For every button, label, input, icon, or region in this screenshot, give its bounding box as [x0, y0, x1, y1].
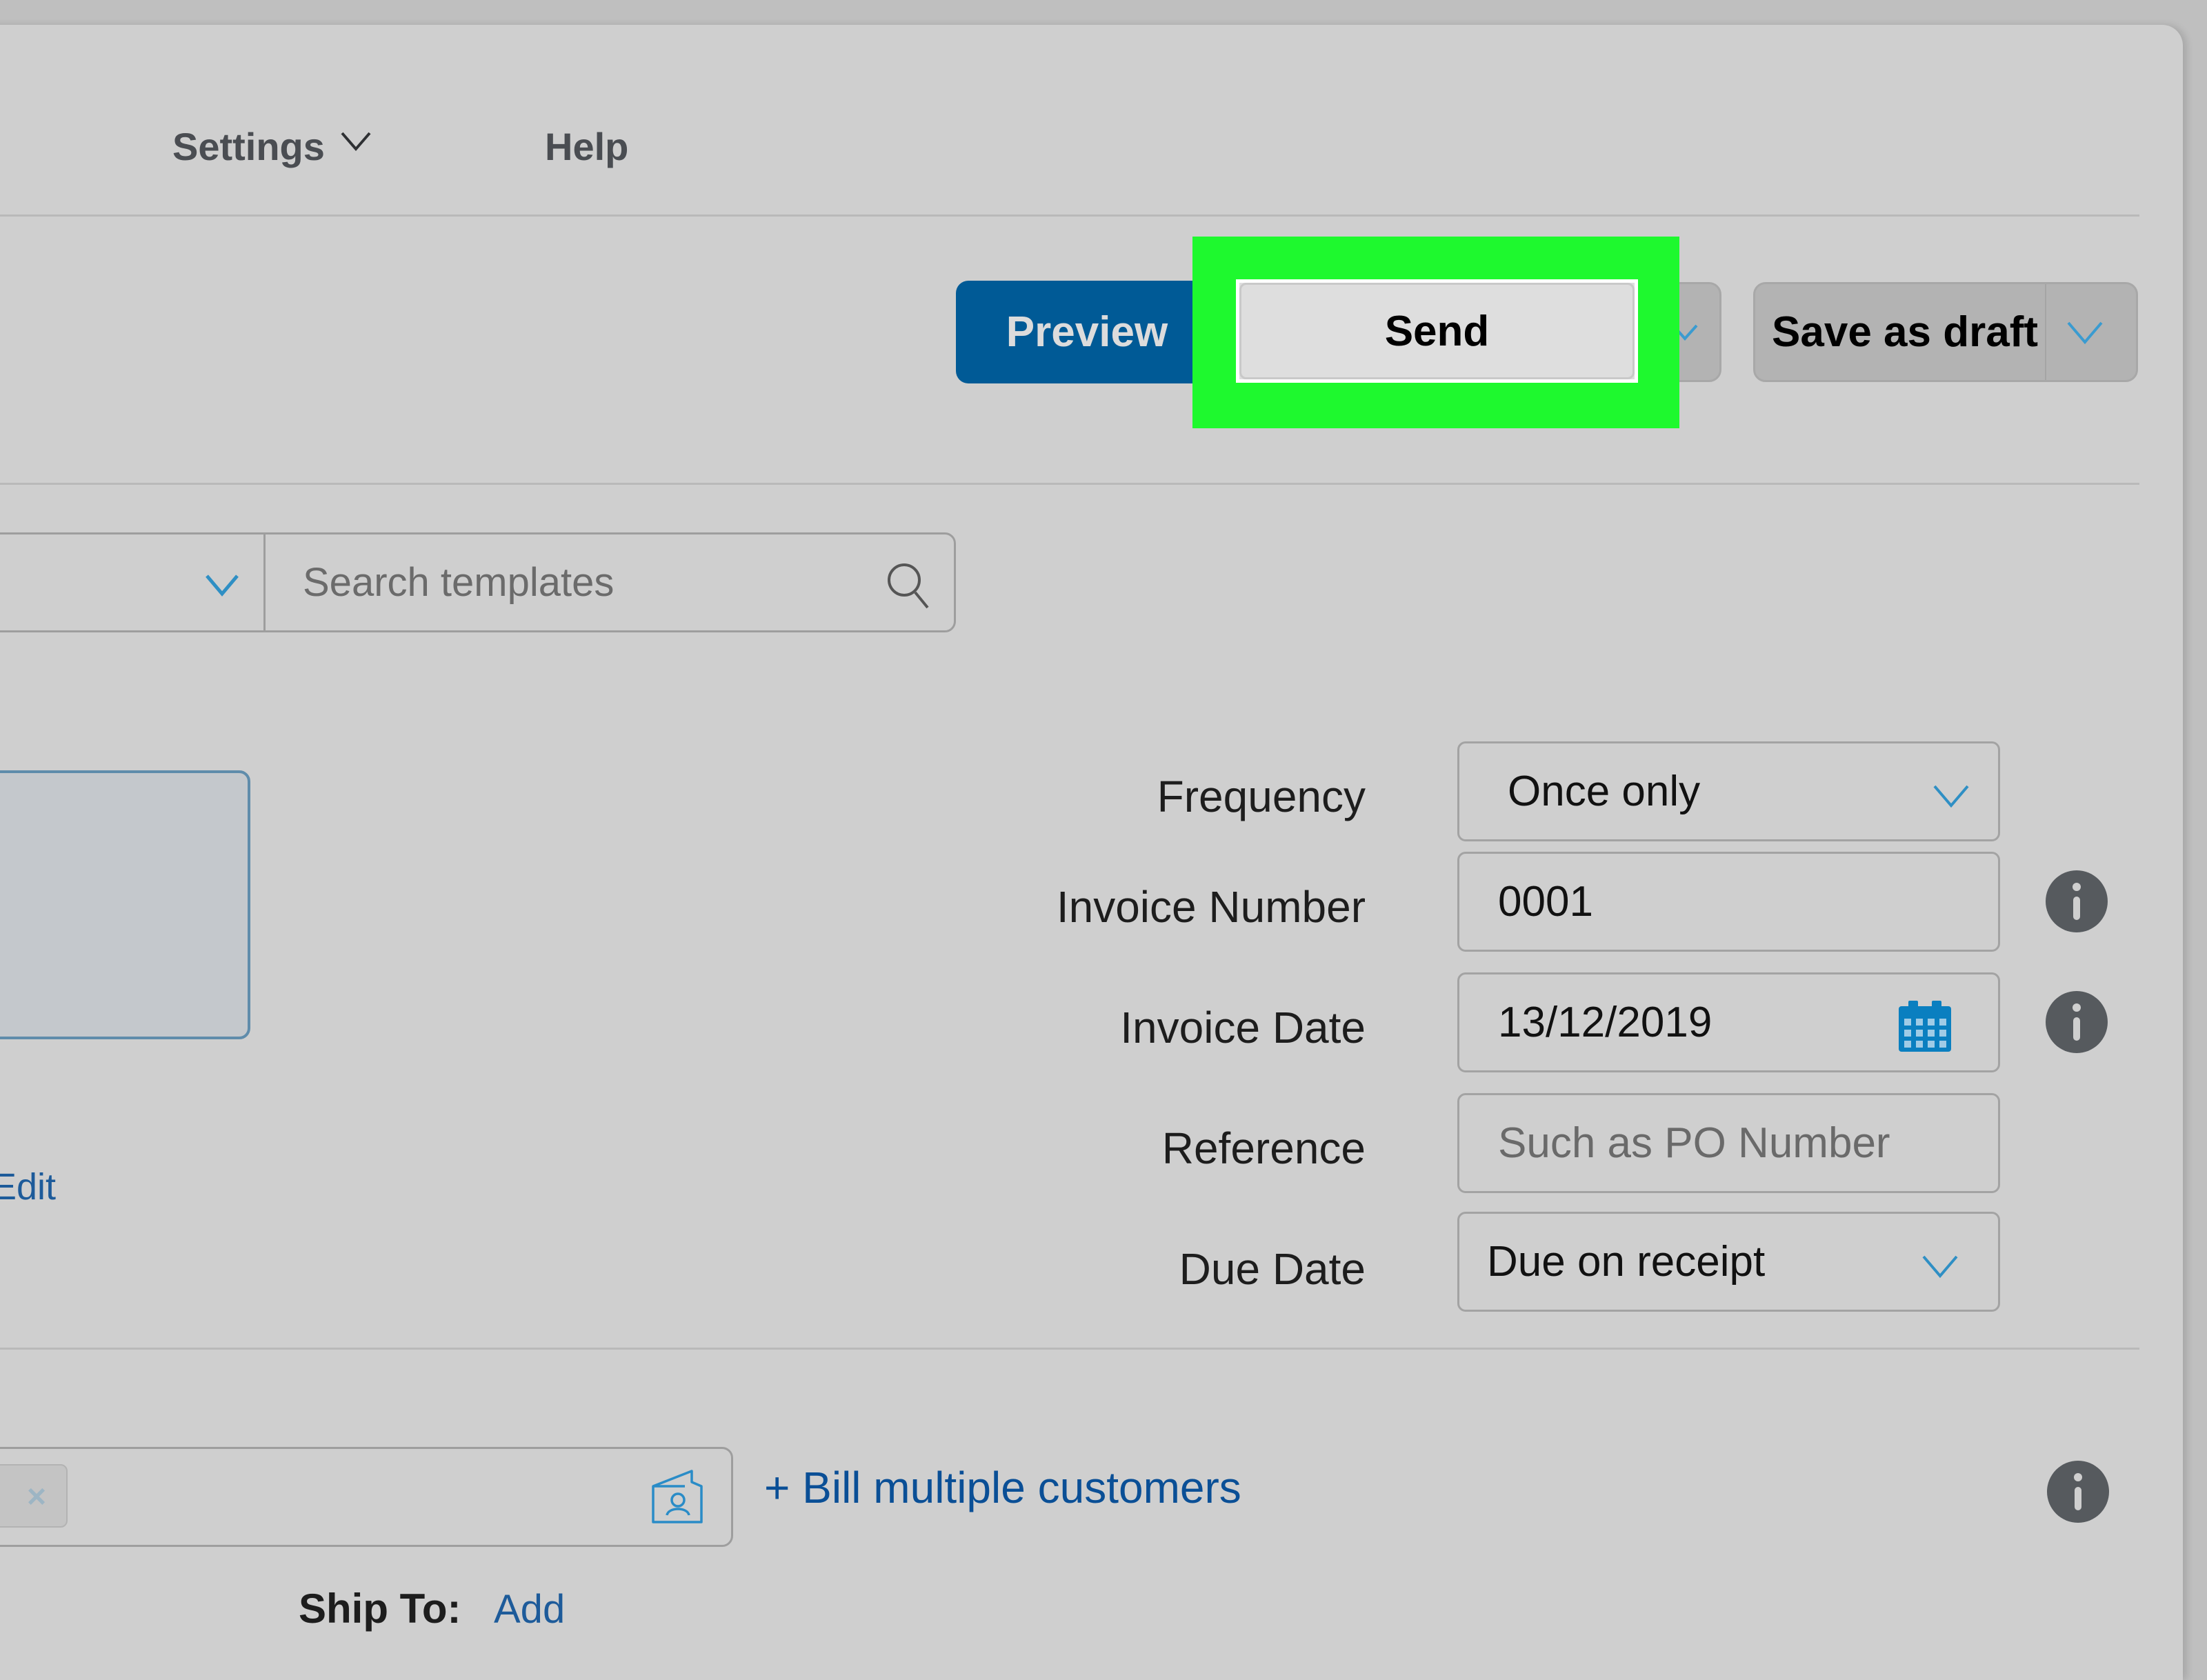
preview-button[interactable]: Preview: [956, 281, 1218, 383]
save-as-draft-button[interactable]: Save as draft: [1753, 282, 2138, 382]
reference-field[interactable]: [1457, 1093, 2000, 1193]
reference-label: Reference: [1161, 1123, 1366, 1173]
send-button[interactable]: Send: [1236, 279, 1638, 383]
remove-customer-icon[interactable]: ×: [27, 1478, 46, 1516]
logo-upload-area[interactable]: [0, 770, 250, 1039]
customer-info-icon[interactable]: [2047, 1461, 2109, 1523]
nav-help[interactable]: Help: [545, 124, 628, 169]
reference-input[interactable]: [1459, 1095, 1998, 1191]
ship-to-label: Ship To:: [299, 1586, 461, 1632]
invoice-number-label: Invoice Number: [1056, 882, 1366, 932]
template-dropdown[interactable]: [0, 534, 266, 630]
chevron-down-icon: [1922, 1255, 1958, 1279]
customer-chip: ? ×: [0, 1464, 68, 1528]
invoice-date-info-icon[interactable]: [2046, 991, 2108, 1053]
nav-help-label: Help: [545, 125, 629, 168]
bill-multiple-customers-link[interactable]: + Bill multiple customers: [764, 1462, 1241, 1513]
invoice-date-field[interactable]: [1457, 972, 2000, 1072]
chevron-down-icon: [206, 574, 239, 597]
search-icon[interactable]: [885, 561, 930, 609]
frequency-value: Once only: [1508, 768, 1701, 815]
due-date-label: Due Date: [1179, 1244, 1366, 1294]
contact-book-icon[interactable]: [650, 1470, 706, 1525]
nav-settings[interactable]: Settings: [172, 124, 372, 169]
form-divider: [0, 1348, 2139, 1350]
save-as-draft-label: Save as draft: [1772, 308, 2038, 356]
preview-button-label: Preview: [1006, 308, 1168, 356]
frequency-select[interactable]: Once only: [1457, 741, 2000, 841]
invoice-number-field[interactable]: [1457, 852, 2000, 952]
customer-field[interactable]: ? ×: [0, 1447, 733, 1547]
nav-divider: [0, 214, 2139, 217]
nav-settings-label: Settings: [172, 125, 325, 168]
send-button-label: Send: [1384, 307, 1490, 355]
calendar-icon[interactable]: [1897, 1001, 1953, 1053]
toolbar-divider: [0, 483, 2139, 485]
chevron-down-icon[interactable]: [2066, 319, 2104, 346]
chevron-down-icon: [341, 132, 371, 151]
invoice-number-info-icon[interactable]: [2046, 870, 2108, 932]
chevron-down-icon: [1933, 785, 1969, 808]
ship-to-add-link[interactable]: Add: [494, 1586, 565, 1632]
frequency-label: Frequency: [1157, 772, 1366, 821]
due-date-select[interactable]: Due on receipt: [1457, 1212, 2000, 1312]
search-templates-input[interactable]: [266, 534, 954, 630]
invoice-number-input[interactable]: [1459, 854, 1998, 950]
split-separator: [2045, 284, 2046, 380]
edit-logo-link[interactable]: Edit: [0, 1166, 56, 1208]
invoice-date-label: Invoice Date: [1120, 1003, 1366, 1052]
template-selector: [0, 532, 956, 632]
due-date-value: Due on receipt: [1487, 1238, 1766, 1286]
